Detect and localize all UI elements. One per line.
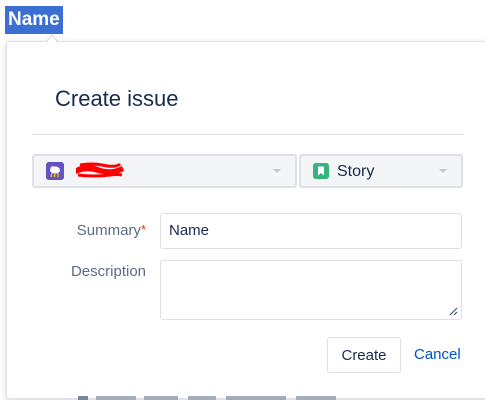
header-divider <box>32 134 464 135</box>
project-select[interactable] <box>32 154 297 188</box>
issue-type-label: Story <box>337 163 375 180</box>
resize-grip-icon[interactable] <box>448 306 458 316</box>
summary-label: Summary* <box>76 222 146 239</box>
create-button[interactable]: Create <box>327 337 401 373</box>
issue-type-select[interactable]: Story <box>299 154 463 188</box>
description-textarea[interactable] <box>160 260 462 320</box>
cancel-link[interactable]: Cancel <box>414 346 461 364</box>
chevron-down-icon <box>439 169 447 173</box>
redaction-scribble <box>76 162 124 178</box>
chevron-down-icon <box>273 169 281 173</box>
required-marker: * <box>140 222 146 237</box>
summary-input[interactable]: Name <box>160 213 462 249</box>
project-avatar-icon <box>46 162 64 180</box>
create-issue-dialog: Create issue Story Summary* Name Descrip… <box>6 41 485 399</box>
story-icon <box>313 163 329 179</box>
dialog-title: Create issue <box>55 86 179 111</box>
selected-text-highlight: Name <box>5 6 63 34</box>
description-label: Description <box>70 263 146 280</box>
